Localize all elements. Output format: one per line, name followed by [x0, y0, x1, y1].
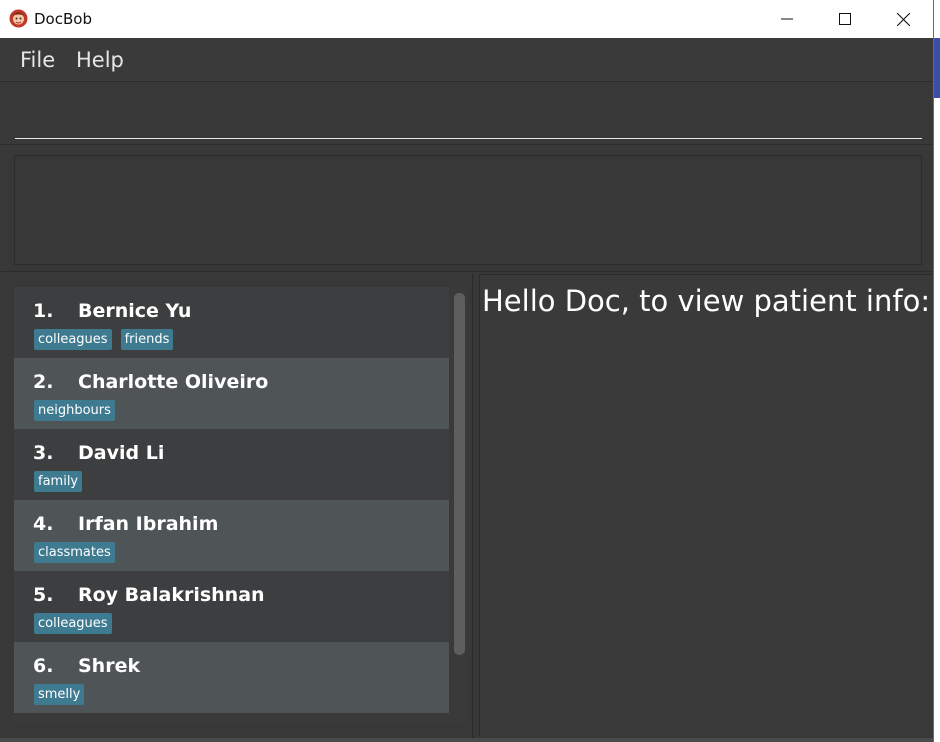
split-divider[interactable]	[472, 273, 478, 742]
tag: colleagues	[34, 329, 112, 350]
menu-help[interactable]: Help	[76, 48, 124, 72]
maximize-icon	[839, 13, 851, 25]
patient-card[interactable]: 1. Bernice Yu colleagues friends	[14, 287, 449, 358]
desktop-window-edge	[934, 38, 940, 98]
patient-info-panel: Hello Doc, to view patient info:	[479, 274, 933, 736]
tag: family	[34, 471, 83, 492]
main-split-pane: 1. Bernice Yu colleagues friends 2. Char…	[0, 273, 933, 742]
patient-list: 1. Bernice Yu colleagues friends 2. Char…	[14, 287, 449, 723]
patient-card[interactable]: 6. Shrek smelly	[14, 642, 449, 713]
result-area	[0, 146, 933, 272]
patient-name: Bernice Yu	[78, 300, 192, 322]
patient-tags: colleagues friends	[34, 329, 174, 350]
close-button[interactable]	[874, 0, 932, 38]
patient-tags: smelly	[34, 684, 85, 705]
docbob-app-icon	[9, 9, 28, 28]
menu-bar: File Help	[0, 38, 933, 82]
patient-card[interactable]: 4. Irfan Ibrahim classmates	[14, 500, 449, 571]
patient-card[interactable]: 3. David Li family	[14, 429, 449, 500]
info-greeting: Hello Doc, to view patient info:	[482, 284, 931, 318]
menu-file[interactable]: File	[20, 48, 55, 72]
patient-name: Charlotte Oliveiro	[78, 371, 269, 393]
patient-tags: colleagues	[34, 613, 112, 634]
minimize-icon	[781, 18, 793, 20]
patient-name: Roy Balakrishnan	[78, 584, 265, 606]
minimize-button[interactable]	[758, 0, 816, 38]
title-bar: DocBob	[0, 0, 933, 38]
tag: friends	[120, 329, 174, 350]
window-title: DocBob	[34, 10, 92, 28]
result-display	[14, 155, 922, 265]
patient-index: 5.	[33, 584, 54, 606]
patient-tags: neighbours	[34, 400, 115, 421]
tag: classmates	[34, 542, 115, 563]
tag: colleagues	[34, 613, 112, 634]
list-scrollbar[interactable]	[451, 287, 468, 723]
patient-tags: family	[34, 471, 83, 492]
command-input[interactable]	[15, 93, 922, 139]
tag: neighbours	[34, 400, 115, 421]
window-border	[933, 0, 934, 742]
tag: smelly	[34, 684, 85, 705]
maximize-button[interactable]	[816, 0, 874, 38]
patient-list-panel: 1. Bernice Yu colleagues friends 2. Char…	[14, 287, 468, 723]
desktop-background	[934, 0, 940, 742]
patient-name: Irfan Ibrahim	[78, 513, 219, 535]
close-icon	[896, 12, 910, 26]
command-area	[0, 83, 933, 145]
patient-card[interactable]: 5. Roy Balakrishnan colleagues	[14, 571, 449, 642]
patient-index: 1.	[33, 300, 54, 322]
status-bar	[0, 738, 933, 742]
patient-index: 2.	[33, 371, 54, 393]
patient-tags: classmates	[34, 542, 115, 563]
patient-index: 4.	[33, 513, 54, 535]
scrollbar-thumb[interactable]	[454, 293, 465, 655]
patient-name: David Li	[78, 442, 165, 464]
app-body: File Help 1. Bernice Yu colleagues frien…	[0, 38, 933, 742]
patient-index: 6.	[33, 655, 54, 677]
patient-name: Shrek	[78, 655, 141, 677]
patient-card[interactable]: 2. Charlotte Oliveiro neighbours	[14, 358, 449, 429]
patient-index: 3.	[33, 442, 54, 464]
